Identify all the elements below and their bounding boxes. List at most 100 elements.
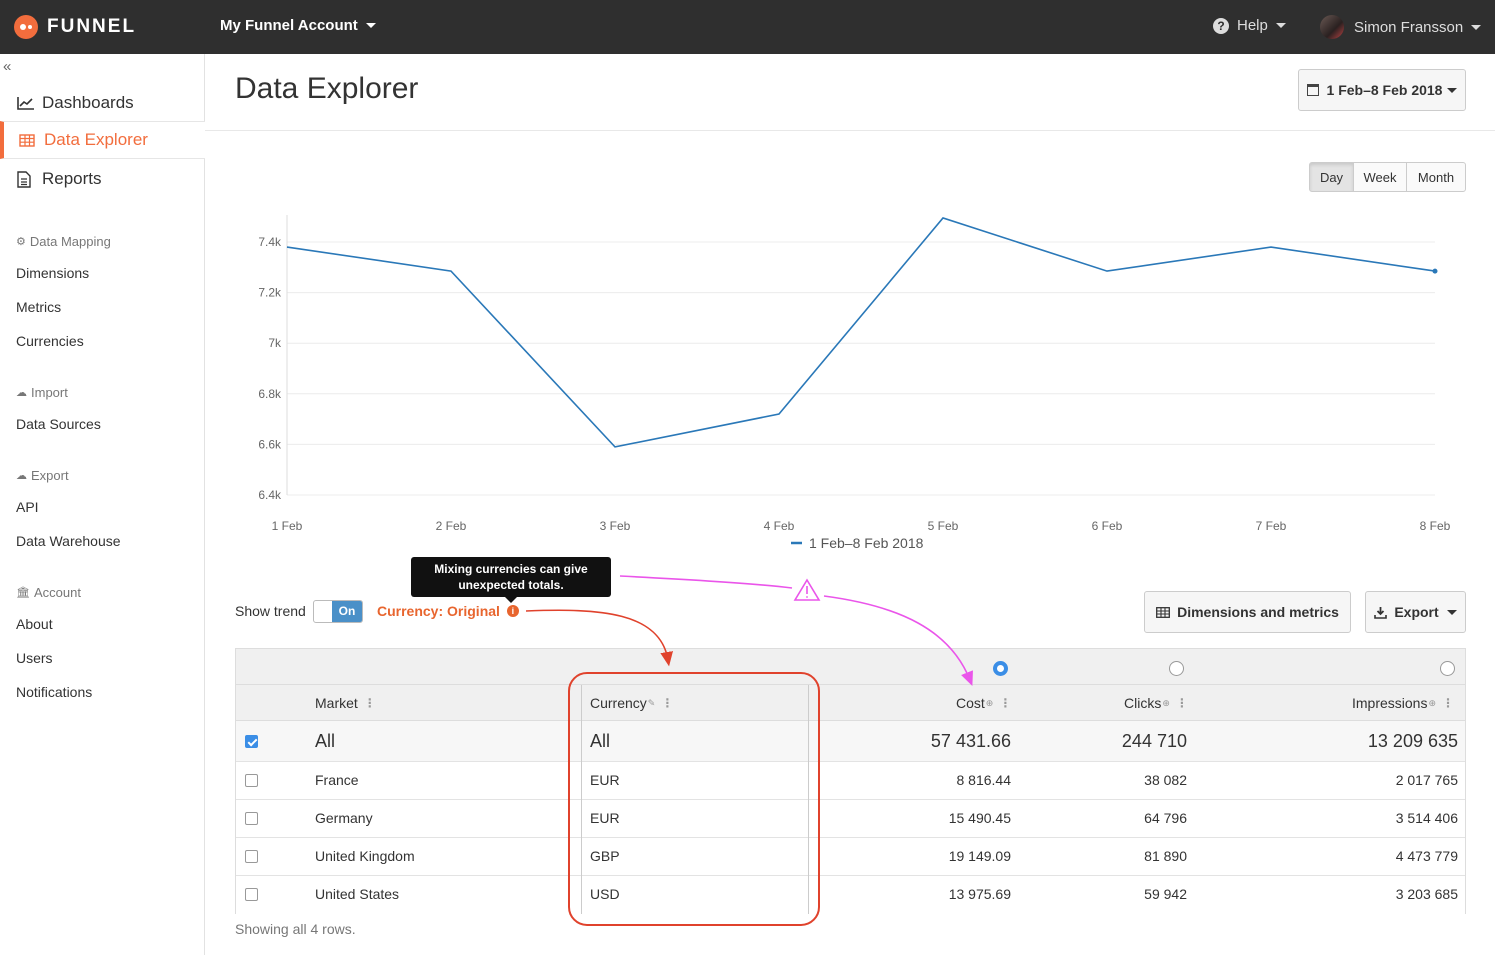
column-header-market[interactable]: Market ⋮ bbox=[315, 695, 376, 711]
user-name: Simon Fransson bbox=[1354, 18, 1464, 36]
user-menu[interactable]: Simon Fransson bbox=[1320, 14, 1482, 40]
dimensions-and-metrics-label: Dimensions and metrics bbox=[1177, 604, 1339, 620]
granularity-day-button[interactable]: Day bbox=[1309, 162, 1354, 192]
cell-currency: EUR bbox=[590, 772, 620, 788]
granularity-month-button[interactable]: Month bbox=[1406, 162, 1466, 192]
row-checkbox[interactable] bbox=[245, 735, 258, 748]
row-checkbox[interactable] bbox=[245, 850, 258, 863]
table-row-total[interactable]: All All 57 431.66 244 710 13 209 635 bbox=[236, 721, 1465, 762]
column-divider bbox=[581, 685, 582, 914]
calendar-icon bbox=[1306, 84, 1319, 96]
download-icon bbox=[1374, 606, 1388, 619]
table-header: Market ⋮ Currency ✎ ⋮ Cost ⊕ ⋮ Clicks ⊕ ⋮ Impre… bbox=[236, 685, 1465, 721]
cell-market: United States bbox=[315, 886, 400, 902]
sidebar-item-dimensions[interactable]: Dimensions bbox=[16, 265, 89, 281]
help-menu[interactable]: ? Help bbox=[1213, 17, 1286, 34]
section-heading-data-mapping: ⚙ Data Mapping bbox=[16, 234, 111, 249]
currency-coin-icon: ⊕ bbox=[985, 697, 994, 708]
pin-icon: ✎ bbox=[647, 697, 656, 708]
cell-clicks: 81 890 bbox=[1144, 848, 1187, 864]
kebab-menu-icon[interactable]: ⋮ bbox=[364, 696, 376, 710]
kebab-menu-icon[interactable]: ⋮ bbox=[1442, 696, 1454, 710]
sidebar-item-api[interactable]: API bbox=[16, 499, 39, 515]
metric-radio-cost[interactable] bbox=[993, 661, 1008, 676]
metric-badge-icon: ⊕ bbox=[1428, 697, 1437, 708]
question-icon: ? bbox=[1213, 17, 1229, 34]
granularity-week-button[interactable]: Week bbox=[1353, 162, 1407, 192]
cell-cost: 19 149.09 bbox=[948, 848, 1011, 864]
sidebar-item-notifications[interactable]: Notifications bbox=[16, 684, 92, 700]
account-name: My Funnel Account bbox=[220, 17, 358, 34]
cell-market: Germany bbox=[315, 810, 373, 826]
section-heading-export: ☁ Export bbox=[16, 468, 69, 483]
data-point bbox=[1432, 268, 1438, 274]
kebab-menu-icon[interactable]: ⋮ bbox=[999, 696, 1011, 710]
account-menu[interactable]: My Funnel Account bbox=[220, 17, 376, 34]
column-header-clicks[interactable]: Clicks ⊕ ⋮ bbox=[1124, 695, 1188, 711]
cloud-upload-icon: ☁ bbox=[16, 387, 27, 399]
sidebar-item-currencies[interactable]: Currencies bbox=[16, 333, 84, 349]
cell-impressions: 3 203 685 bbox=[1395, 886, 1458, 902]
y-tick-label: 7.4k bbox=[258, 235, 282, 249]
y-tick-label: 6.8k bbox=[258, 387, 282, 401]
x-tick-label: 6 Feb bbox=[1092, 519, 1123, 533]
document-icon bbox=[17, 170, 37, 188]
kebab-menu-icon[interactable]: ⋮ bbox=[661, 696, 673, 710]
sidebar-item-users[interactable]: Users bbox=[16, 650, 53, 666]
sidebar-item-metrics[interactable]: Metrics bbox=[16, 299, 61, 315]
section-heading-import: ☁ Import bbox=[16, 385, 68, 400]
row-checkbox[interactable] bbox=[245, 812, 258, 825]
cell-currency: GBP bbox=[590, 848, 620, 864]
gear-icon: ⚙ bbox=[16, 236, 26, 248]
table-icon bbox=[19, 133, 39, 147]
cell-clicks: 64 796 bbox=[1144, 810, 1187, 826]
info-icon[interactable]: i bbox=[506, 605, 519, 617]
collapse-sidebar-icon[interactable]: « bbox=[3, 58, 11, 75]
row-checkbox[interactable] bbox=[245, 774, 258, 787]
dimensions-and-metrics-button[interactable]: Dimensions and metrics bbox=[1144, 591, 1351, 633]
sidebar-item-data-explorer[interactable]: Data Explorer bbox=[0, 121, 205, 159]
cell-cost: 57 431.66 bbox=[930, 731, 1011, 751]
sidebar-item-reports[interactable]: Reports bbox=[0, 160, 205, 198]
funnel-logo-icon bbox=[14, 15, 38, 39]
tooltip-line: unexpected totals. bbox=[458, 578, 564, 592]
row-checkbox[interactable] bbox=[245, 888, 258, 901]
table-row[interactable]: United Kingdom GBP 19 149.09 81 890 4 47… bbox=[236, 838, 1465, 876]
kebab-menu-icon[interactable]: ⋮ bbox=[1176, 696, 1188, 710]
show-trend-toggle[interactable]: On bbox=[313, 600, 363, 623]
currency-label: Currency: Original bbox=[377, 603, 500, 619]
sidebar-item-about[interactable]: About bbox=[16, 616, 53, 632]
date-range-picker[interactable]: 1 Feb–8 Feb 2018 bbox=[1298, 69, 1466, 111]
currency-warning-tooltip: Mixing currencies can give unexpected to… bbox=[411, 557, 611, 603]
table-row[interactable]: United States USD 13 975.69 59 942 3 203… bbox=[236, 876, 1465, 914]
data-table: Market ⋮ Currency ✎ ⋮ Cost ⊕ ⋮ Clicks ⊕ ⋮ Impre… bbox=[235, 648, 1466, 914]
column-header-impressions[interactable]: Impressions ⊕ ⋮ bbox=[1352, 695, 1454, 711]
sidebar-item-data-warehouse[interactable]: Data Warehouse bbox=[16, 533, 121, 549]
cell-clicks: 59 942 bbox=[1144, 886, 1187, 902]
date-range-label: 1 Feb–8 Feb 2018 bbox=[1326, 82, 1443, 98]
metric-radio-impressions[interactable] bbox=[1440, 661, 1455, 676]
currency-selector[interactable]: Currency: Original i bbox=[377, 603, 519, 619]
annotation-line bbox=[619, 575, 793, 589]
x-tick-label: 2 Feb bbox=[436, 519, 467, 533]
funnel-logo[interactable]: FUNNEL bbox=[14, 14, 136, 40]
column-header-currency[interactable]: Currency ✎ ⋮ bbox=[590, 695, 673, 711]
column-header-cost[interactable]: Cost ⊕ ⋮ bbox=[956, 695, 1011, 711]
line-chart: 6.4k 6.6k 6.8k 7k 7.2k 7.4k 1 Feb 2 Feb 3 Feb 4 F… bbox=[258, 215, 1451, 551]
sidebar-item-label: Data Explorer bbox=[44, 130, 148, 149]
metric-radio-clicks[interactable] bbox=[1169, 661, 1184, 676]
cell-clicks: 38 082 bbox=[1144, 772, 1187, 788]
y-tick-label: 7.2k bbox=[258, 286, 282, 300]
cell-cost: 13 975.69 bbox=[948, 886, 1011, 902]
header-divider bbox=[205, 130, 1495, 131]
sidebar-item-data-sources[interactable]: Data Sources bbox=[16, 416, 101, 432]
cell-currency: USD bbox=[590, 886, 620, 902]
table-row[interactable]: Germany EUR 15 490.45 64 796 3 514 406 bbox=[236, 800, 1465, 838]
sidebar-item-dashboards[interactable]: Dashboards bbox=[0, 84, 205, 122]
row-count-text: Showing all 4 rows. bbox=[235, 921, 356, 937]
warning-triangle-icon bbox=[793, 578, 821, 601]
table-row[interactable]: France EUR 8 816.44 38 082 2 017 765 bbox=[236, 762, 1465, 800]
export-button[interactable]: Export bbox=[1365, 591, 1466, 633]
export-label: Export bbox=[1394, 604, 1439, 620]
x-tick-label: 3 Feb bbox=[600, 519, 631, 533]
